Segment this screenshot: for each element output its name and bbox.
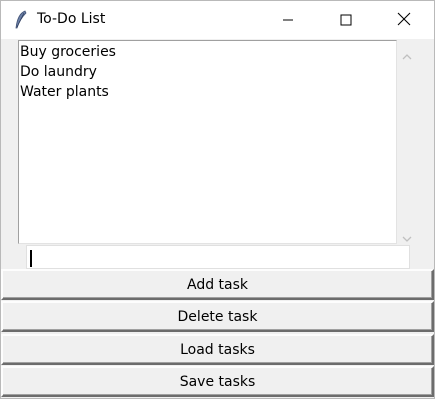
text-caret: [30, 250, 32, 267]
task-listbox[interactable]: Buy groceries Do laundry Water plants: [18, 40, 397, 244]
list-item[interactable]: Buy groceries: [20, 42, 116, 62]
title-bar[interactable]: To-Do List: [1, 1, 434, 39]
vertical-scrollbar[interactable]: [397, 40, 418, 244]
list-item[interactable]: Do laundry: [20, 62, 97, 82]
task-input[interactable]: [26, 245, 410, 269]
close-icon: [397, 11, 411, 30]
list-item[interactable]: Water plants: [20, 82, 109, 102]
load-tasks-button[interactable]: Load tasks: [1, 334, 434, 365]
feather-icon: [14, 10, 28, 30]
minimize-button[interactable]: [259, 1, 317, 39]
scroll-up-icon[interactable]: [402, 46, 412, 65]
add-task-button[interactable]: Add task: [1, 269, 434, 300]
minimize-icon: [282, 11, 294, 30]
delete-task-button[interactable]: Delete task: [1, 301, 434, 332]
close-button[interactable]: [375, 1, 433, 39]
window-title: To-Do List: [37, 11, 106, 27]
maximize-button[interactable]: [317, 1, 375, 39]
app-window: To-Do List Buy groceries Do laundry Wate…: [0, 0, 435, 399]
save-tasks-button[interactable]: Save tasks: [1, 366, 434, 397]
maximize-icon: [340, 11, 352, 30]
